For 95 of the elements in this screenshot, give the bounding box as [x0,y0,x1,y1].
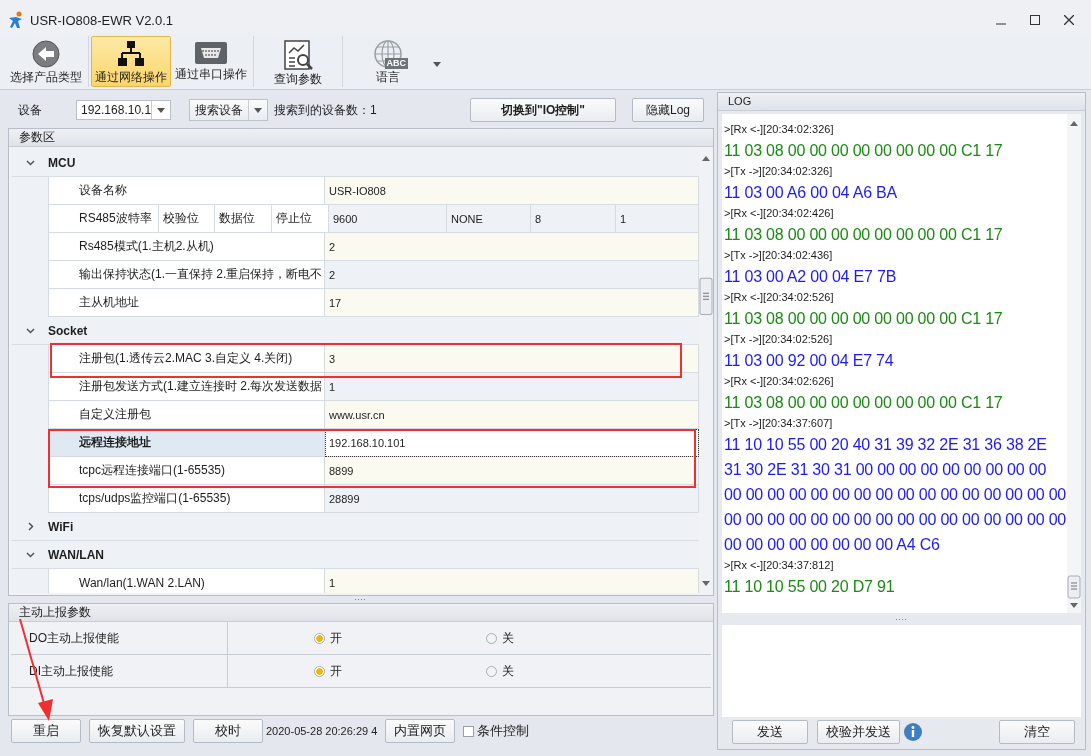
log-data: 11 03 00 A6 00 04 A6 BA [724,183,899,203]
property-value[interactable]: 8 [531,205,616,233]
maximize-icon[interactable] [1030,15,1040,25]
category-row[interactable]: WiFi [12,513,699,541]
action-button[interactable]: 恢复默认设置 [89,719,185,743]
chevron-icon[interactable] [25,522,35,531]
log-header: >[Rx <-][20:34:02:326] [724,122,835,137]
property-value[interactable]: 192.168.10.101 [325,429,699,457]
log-data: 11 03 08 00 00 00 00 00 00 00 00 C1 17 [724,393,1004,413]
caret-icon[interactable] [433,62,441,67]
action-button[interactable]: 校验并发送 [817,720,900,744]
log-data: 11 03 08 00 00 00 00 00 00 00 00 C1 17 [724,225,1004,245]
property-value[interactable]: 1 [325,373,699,401]
log-data: 11 10 10 55 00 20 D7 91 [724,577,896,597]
log-header: >[Rx <-][20:34:02:626] [724,374,835,389]
hide-log-button[interactable]: 隐藏Log [632,98,704,122]
dropdown-arrow-icon[interactable] [157,107,165,113]
action-button[interactable]: 校时 [193,719,263,743]
property-label[interactable]: 输出保持状态(1.一直保持 2.重启保持，断电不 [48,261,325,289]
property-label[interactable]: 自定义注册包 [48,401,325,429]
log-data: 11 03 00 A2 00 04 E7 7B [724,267,898,287]
panel-title: 主动上报参数 [9,604,713,622]
property-label[interactable]: tcpc远程连接端口(1-65535) [48,457,325,485]
property-label[interactable]: 数据位 [215,205,272,233]
property-label[interactable]: 停止位 [272,205,329,233]
property-value[interactable]: 28899 [325,485,699,513]
chart-search-icon [282,39,314,71]
chevron-icon[interactable] [25,550,35,559]
toolbar-button[interactable]: 选择产品类型 [6,36,86,87]
action-button[interactable]: 内置网页 [385,719,456,743]
toolbar-button[interactable]: 查询参数 [256,36,340,87]
action-button[interactable]: 重启 [11,719,81,743]
scrollbar[interactable] [1067,114,1081,613]
radio-option[interactable]: 开 [228,662,486,680]
log-header: >[Tx ->][20:34:02:526] [724,332,834,347]
condition-checkbox[interactable]: 条件控制 [463,722,530,740]
toolbar-button[interactable]: 通过网络操作 [91,36,171,87]
property-label[interactable]: 主从机地址 [48,289,325,317]
property-value[interactable]: 2 [325,261,699,289]
switch-mode-button[interactable]: 切换到"IO控制" [470,98,616,122]
action-button[interactable]: 发送 [732,720,808,744]
log-header: >[Tx ->][20:34:02:326] [724,164,834,179]
property-label[interactable]: tcps/udps监控端口(1-65535) [48,485,325,513]
property-value[interactable]: USR-IO808 [325,177,699,205]
log-data: 11 10 10 55 00 20 40 31 39 32 2E 31 36 38 2E 31 30 2E 31 30 31 00 00 00 00 00 00 00 00 00 00 00 00 00 00 00 00 00 00 00 00 00 00 00 00 00 00 00 00 00 00 00 00 00 00 00 00 00 00 00 00 00 00 00 00 00 00 00 00 00 A4 C6 [724,435,1067,555]
property-label[interactable]: 注册包发送方式(1.建立连接时 2.每次发送数据 [48,373,325,401]
dropdown-arrow-icon[interactable] [254,107,262,113]
send-input-field[interactable] [722,625,1081,717]
badge-label: ABC [384,58,408,69]
action-button[interactable]: 清空 [999,720,1075,744]
log-data: 11 03 08 00 00 00 00 00 00 00 00 C1 17 [724,141,1004,161]
property-value[interactable]: 1 [616,205,699,233]
property-value[interactable]: 3 [325,345,699,373]
network-icon [116,39,146,69]
property-label[interactable]: RS485波特率 [48,205,159,233]
report-label: DO主动上报使能 [11,622,228,654]
property-label[interactable]: Rs485模式(1.主机2.从机) [48,233,325,261]
window-title: USR-IO808-EWR V2.0.1 [30,12,175,28]
property-value[interactable]: 9600 [329,205,447,233]
search-device-button[interactable]: 搜索设备 [189,99,268,121]
chevron-icon[interactable] [25,158,35,167]
log-header: >[Rx <-][20:34:02:526] [724,290,835,305]
radio-option[interactable]: 关 [486,629,686,647]
property-value[interactable]: www.usr.cn [325,401,699,429]
property-value[interactable]: 1 [325,569,699,593]
serial-port-icon [194,39,228,66]
log-header: >[Tx ->][20:34:02:436] [724,248,834,263]
property-value[interactable]: 17 [325,289,699,317]
toolbar-button[interactable]: ABC 语言 [345,36,431,87]
property-label[interactable]: Wan/lan(1.WAN 2.LAN) [48,569,325,593]
property-value[interactable]: 2 [325,233,699,261]
device-label: 设备 [18,101,43,119]
log-header: >[Rx <-][20:34:37:812] [724,558,835,573]
log-data: 11 03 00 92 00 04 E7 74 [724,351,895,371]
found-count-label: 搜索到的设备数：1 [274,101,377,119]
close-icon[interactable] [1064,15,1074,25]
log-header: >[Rx <-][20:34:02:426] [724,206,835,221]
info-icon[interactable] [903,722,923,742]
property-label[interactable]: 注册包(1.透传云2.MAC 3.自定义 4.关闭) [48,345,325,373]
device-combo-box[interactable]: 192.168.10.1 [76,100,171,120]
panel-title: 参数区 [9,129,713,147]
radio-option[interactable]: 关 [486,662,686,680]
radio-option[interactable]: 开 [228,629,486,647]
chevron-icon[interactable] [25,326,35,335]
toolbar-button[interactable]: 通过串口操作 [171,36,251,87]
property-label[interactable]: 远程连接地址 [48,429,325,457]
timestamp-text: 2020-05-28 20:26:29 4 [266,725,378,737]
panel-title: LOG [718,93,1085,111]
log-header: >[Tx ->][20:34:37:607] [724,416,834,431]
property-value[interactable]: 8899 [325,457,699,485]
property-label[interactable]: 校验位 [159,205,215,233]
app-logo-icon [8,11,24,29]
property-value[interactable]: NONE [447,205,531,233]
log-data: 11 03 08 00 00 00 00 00 00 00 00 C1 17 [724,309,1004,329]
property-label[interactable]: 设备名称 [48,177,325,205]
